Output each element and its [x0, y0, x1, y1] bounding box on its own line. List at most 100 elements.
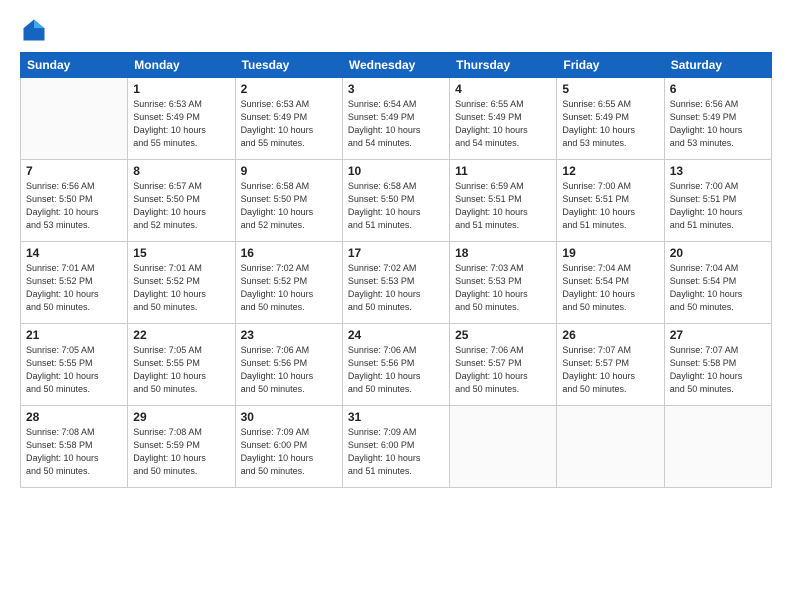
- calendar-cell: 2 Sunrise: 6:53 AMSunset: 5:49 PMDaylight…: [235, 78, 342, 160]
- day-number: 18: [455, 246, 551, 260]
- calendar-cell: 15Sunrise: 7:01 AMSunset: 5:52 PMDayligh…: [128, 242, 235, 324]
- day-info: Sunrise: 6:57 AMSunset: 5:50 PMDaylight:…: [133, 180, 229, 232]
- day-info: Sunrise: 7:01 AMSunset: 5:52 PMDaylight:…: [26, 262, 122, 314]
- calendar-cell: 16 Sunrise: 7:02 AMSunset: 5:52 PMDayligh…: [235, 242, 342, 324]
- day-number: 17: [348, 246, 444, 260]
- calendar-cell: 17 Sunrise: 7:02 AMSunset: 5:53 PMDayligh…: [342, 242, 449, 324]
- calendar-week-row: 7Sunrise: 6:56 AMSunset: 5:50 PMDaylight…: [21, 160, 772, 242]
- day-number: 24: [348, 328, 444, 342]
- day-info: Sunrise: 7:06 AMSunset: 5:57 PMDaylight:…: [455, 344, 551, 396]
- day-info: Sunrise: 7:05 AMSunset: 5:55 PMDaylight:…: [133, 344, 229, 396]
- calendar-cell: 23 Sunrise: 7:06 AMSunset: 5:56 PMDayligh…: [235, 324, 342, 406]
- calendar-header-row: SundayMondayTuesdayWednesdayThursdayFrid…: [21, 53, 772, 78]
- calendar-cell: [450, 406, 557, 488]
- calendar-week-row: 28 Sunrise: 7:08 AMSunset: 5:58 PMDayligh…: [21, 406, 772, 488]
- day-info: Sunrise: 6:55 AMSunset: 5:49 PMDaylight:…: [455, 98, 551, 150]
- day-number: 12: [562, 164, 658, 178]
- day-info: Sunrise: 7:07 AMSunset: 5:57 PMDaylight:…: [562, 344, 658, 396]
- page: SundayMondayTuesdayWednesdayThursdayFrid…: [0, 0, 792, 612]
- day-number: 2: [241, 82, 337, 96]
- calendar-week-row: 14 Sunrise: 7:01 AMSunset: 5:52 PMDayligh…: [21, 242, 772, 324]
- day-info: Sunrise: 6:55 AMSunset: 5:49 PMDaylight:…: [562, 98, 658, 150]
- day-number: 8: [133, 164, 229, 178]
- calendar-cell: 22 Sunrise: 7:05 AMSunset: 5:55 PMDayligh…: [128, 324, 235, 406]
- calendar-cell: 26Sunrise: 7:07 AMSunset: 5:57 PMDayligh…: [557, 324, 664, 406]
- day-info: Sunrise: 6:53 AMSunset: 5:49 PMDaylight:…: [241, 98, 337, 150]
- calendar-day-header: Sunday: [21, 53, 128, 78]
- calendar-day-header: Monday: [128, 53, 235, 78]
- calendar-cell: 21 Sunrise: 7:05 AMSunset: 5:55 PMDayligh…: [21, 324, 128, 406]
- day-info: Sunrise: 7:08 AMSunset: 5:58 PMDaylight:…: [26, 426, 122, 478]
- day-info: Sunrise: 7:06 AMSunset: 5:56 PMDaylight:…: [348, 344, 444, 396]
- calendar-cell: 20 Sunrise: 7:04 AMSunset: 5:54 PMDayligh…: [664, 242, 771, 324]
- calendar-week-row: 1Sunrise: 6:53 AMSunset: 5:49 PMDaylight…: [21, 78, 772, 160]
- calendar-cell: 12 Sunrise: 7:00 AMSunset: 5:51 PMDayligh…: [557, 160, 664, 242]
- day-info: Sunrise: 6:59 AMSunset: 5:51 PMDaylight:…: [455, 180, 551, 232]
- day-number: 15: [133, 246, 229, 260]
- header: [20, 16, 772, 44]
- calendar-cell: [557, 406, 664, 488]
- day-number: 21: [26, 328, 122, 342]
- calendar-day-header: Friday: [557, 53, 664, 78]
- day-info: Sunrise: 7:06 AMSunset: 5:56 PMDaylight:…: [241, 344, 337, 396]
- calendar-cell: 18 Sunrise: 7:03 AMSunset: 5:53 PMDayligh…: [450, 242, 557, 324]
- day-info: Sunrise: 7:09 AMSunset: 6:00 PMDaylight:…: [348, 426, 444, 478]
- day-info: Sunrise: 7:00 AMSunset: 5:51 PMDaylight:…: [562, 180, 658, 232]
- calendar-cell: [21, 78, 128, 160]
- day-number: 23: [241, 328, 337, 342]
- day-info: Sunrise: 6:56 AMSunset: 5:49 PMDaylight:…: [670, 98, 766, 150]
- calendar-cell: 3 Sunrise: 6:54 AMSunset: 5:49 PMDaylight…: [342, 78, 449, 160]
- calendar-cell: 14 Sunrise: 7:01 AMSunset: 5:52 PMDayligh…: [21, 242, 128, 324]
- day-number: 20: [670, 246, 766, 260]
- calendar-cell: 27 Sunrise: 7:07 AMSunset: 5:58 PMDayligh…: [664, 324, 771, 406]
- calendar-week-row: 21 Sunrise: 7:05 AMSunset: 5:55 PMDayligh…: [21, 324, 772, 406]
- calendar-cell: 13Sunrise: 7:00 AMSunset: 5:51 PMDayligh…: [664, 160, 771, 242]
- calendar-day-header: Wednesday: [342, 53, 449, 78]
- day-number: 16: [241, 246, 337, 260]
- calendar-day-header: Thursday: [450, 53, 557, 78]
- day-info: Sunrise: 7:05 AMSunset: 5:55 PMDaylight:…: [26, 344, 122, 396]
- day-info: Sunrise: 6:58 AMSunset: 5:50 PMDaylight:…: [241, 180, 337, 232]
- day-number: 29: [133, 410, 229, 424]
- day-info: Sunrise: 6:54 AMSunset: 5:49 PMDaylight:…: [348, 98, 444, 150]
- day-number: 6: [670, 82, 766, 96]
- calendar-cell: 10 Sunrise: 6:58 AMSunset: 5:50 PMDayligh…: [342, 160, 449, 242]
- day-info: Sunrise: 7:09 AMSunset: 6:00 PMDaylight:…: [241, 426, 337, 478]
- day-number: 10: [348, 164, 444, 178]
- day-number: 11: [455, 164, 551, 178]
- calendar-cell: 24 Sunrise: 7:06 AMSunset: 5:56 PMDayligh…: [342, 324, 449, 406]
- calendar-cell: 1Sunrise: 6:53 AMSunset: 5:49 PMDaylight…: [128, 78, 235, 160]
- day-info: Sunrise: 6:56 AMSunset: 5:50 PMDaylight:…: [26, 180, 122, 232]
- day-number: 19: [562, 246, 658, 260]
- calendar-cell: 4Sunrise: 6:55 AMSunset: 5:49 PMDaylight…: [450, 78, 557, 160]
- day-number: 22: [133, 328, 229, 342]
- day-number: 31: [348, 410, 444, 424]
- day-number: 14: [26, 246, 122, 260]
- calendar-cell: 25 Sunrise: 7:06 AMSunset: 5:57 PMDayligh…: [450, 324, 557, 406]
- day-info: Sunrise: 7:03 AMSunset: 5:53 PMDaylight:…: [455, 262, 551, 314]
- calendar-day-header: Tuesday: [235, 53, 342, 78]
- day-info: Sunrise: 6:58 AMSunset: 5:50 PMDaylight:…: [348, 180, 444, 232]
- day-number: 25: [455, 328, 551, 342]
- day-info: Sunrise: 7:07 AMSunset: 5:58 PMDaylight:…: [670, 344, 766, 396]
- calendar-cell: 8 Sunrise: 6:57 AMSunset: 5:50 PMDaylight…: [128, 160, 235, 242]
- logo-icon: [20, 16, 48, 44]
- day-info: Sunrise: 7:04 AMSunset: 5:54 PMDaylight:…: [670, 262, 766, 314]
- day-info: Sunrise: 7:04 AMSunset: 5:54 PMDaylight:…: [562, 262, 658, 314]
- day-number: 27: [670, 328, 766, 342]
- calendar-cell: 31 Sunrise: 7:09 AMSunset: 6:00 PMDayligh…: [342, 406, 449, 488]
- day-info: Sunrise: 7:08 AMSunset: 5:59 PMDaylight:…: [133, 426, 229, 478]
- day-number: 13: [670, 164, 766, 178]
- day-number: 9: [241, 164, 337, 178]
- day-info: Sunrise: 7:02 AMSunset: 5:52 PMDaylight:…: [241, 262, 337, 314]
- calendar-cell: [664, 406, 771, 488]
- day-number: 3: [348, 82, 444, 96]
- calendar-cell: 7Sunrise: 6:56 AMSunset: 5:50 PMDaylight…: [21, 160, 128, 242]
- calendar-cell: 29 Sunrise: 7:08 AMSunset: 5:59 PMDayligh…: [128, 406, 235, 488]
- day-number: 5: [562, 82, 658, 96]
- calendar-cell: 11 Sunrise: 6:59 AMSunset: 5:51 PMDayligh…: [450, 160, 557, 242]
- day-number: 28: [26, 410, 122, 424]
- calendar-cell: 19 Sunrise: 7:04 AMSunset: 5:54 PMDayligh…: [557, 242, 664, 324]
- day-info: Sunrise: 7:02 AMSunset: 5:53 PMDaylight:…: [348, 262, 444, 314]
- calendar-cell: 28 Sunrise: 7:08 AMSunset: 5:58 PMDayligh…: [21, 406, 128, 488]
